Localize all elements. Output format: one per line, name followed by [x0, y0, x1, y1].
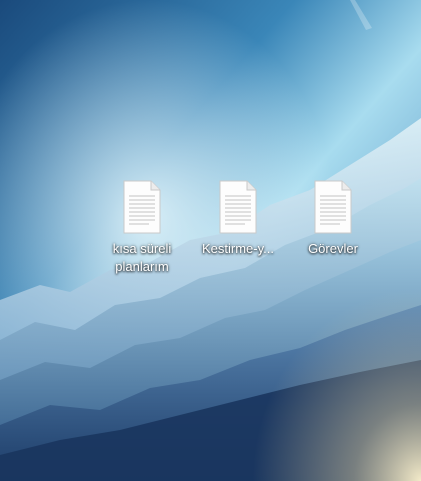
desktop[interactable]: kısa süreli planlarım Kestirme-y... Göre…	[0, 0, 421, 481]
text-document-icon	[123, 180, 161, 234]
desktop-icon-label: Kestirme-y...	[202, 241, 274, 256]
desktop-icon-kisa-sureli-planlarim[interactable]: kısa süreli planlarım	[96, 180, 188, 276]
desktop-icon-gorevler[interactable]: Görevler	[287, 180, 379, 258]
desktop-icon-label: Görevler	[308, 241, 358, 256]
text-document-icon	[314, 180, 352, 234]
text-document-icon	[219, 180, 257, 234]
desktop-icon-label: kısa süreli planlarım	[112, 241, 172, 274]
desktop-icon-kestirme[interactable]: Kestirme-y...	[192, 180, 284, 258]
